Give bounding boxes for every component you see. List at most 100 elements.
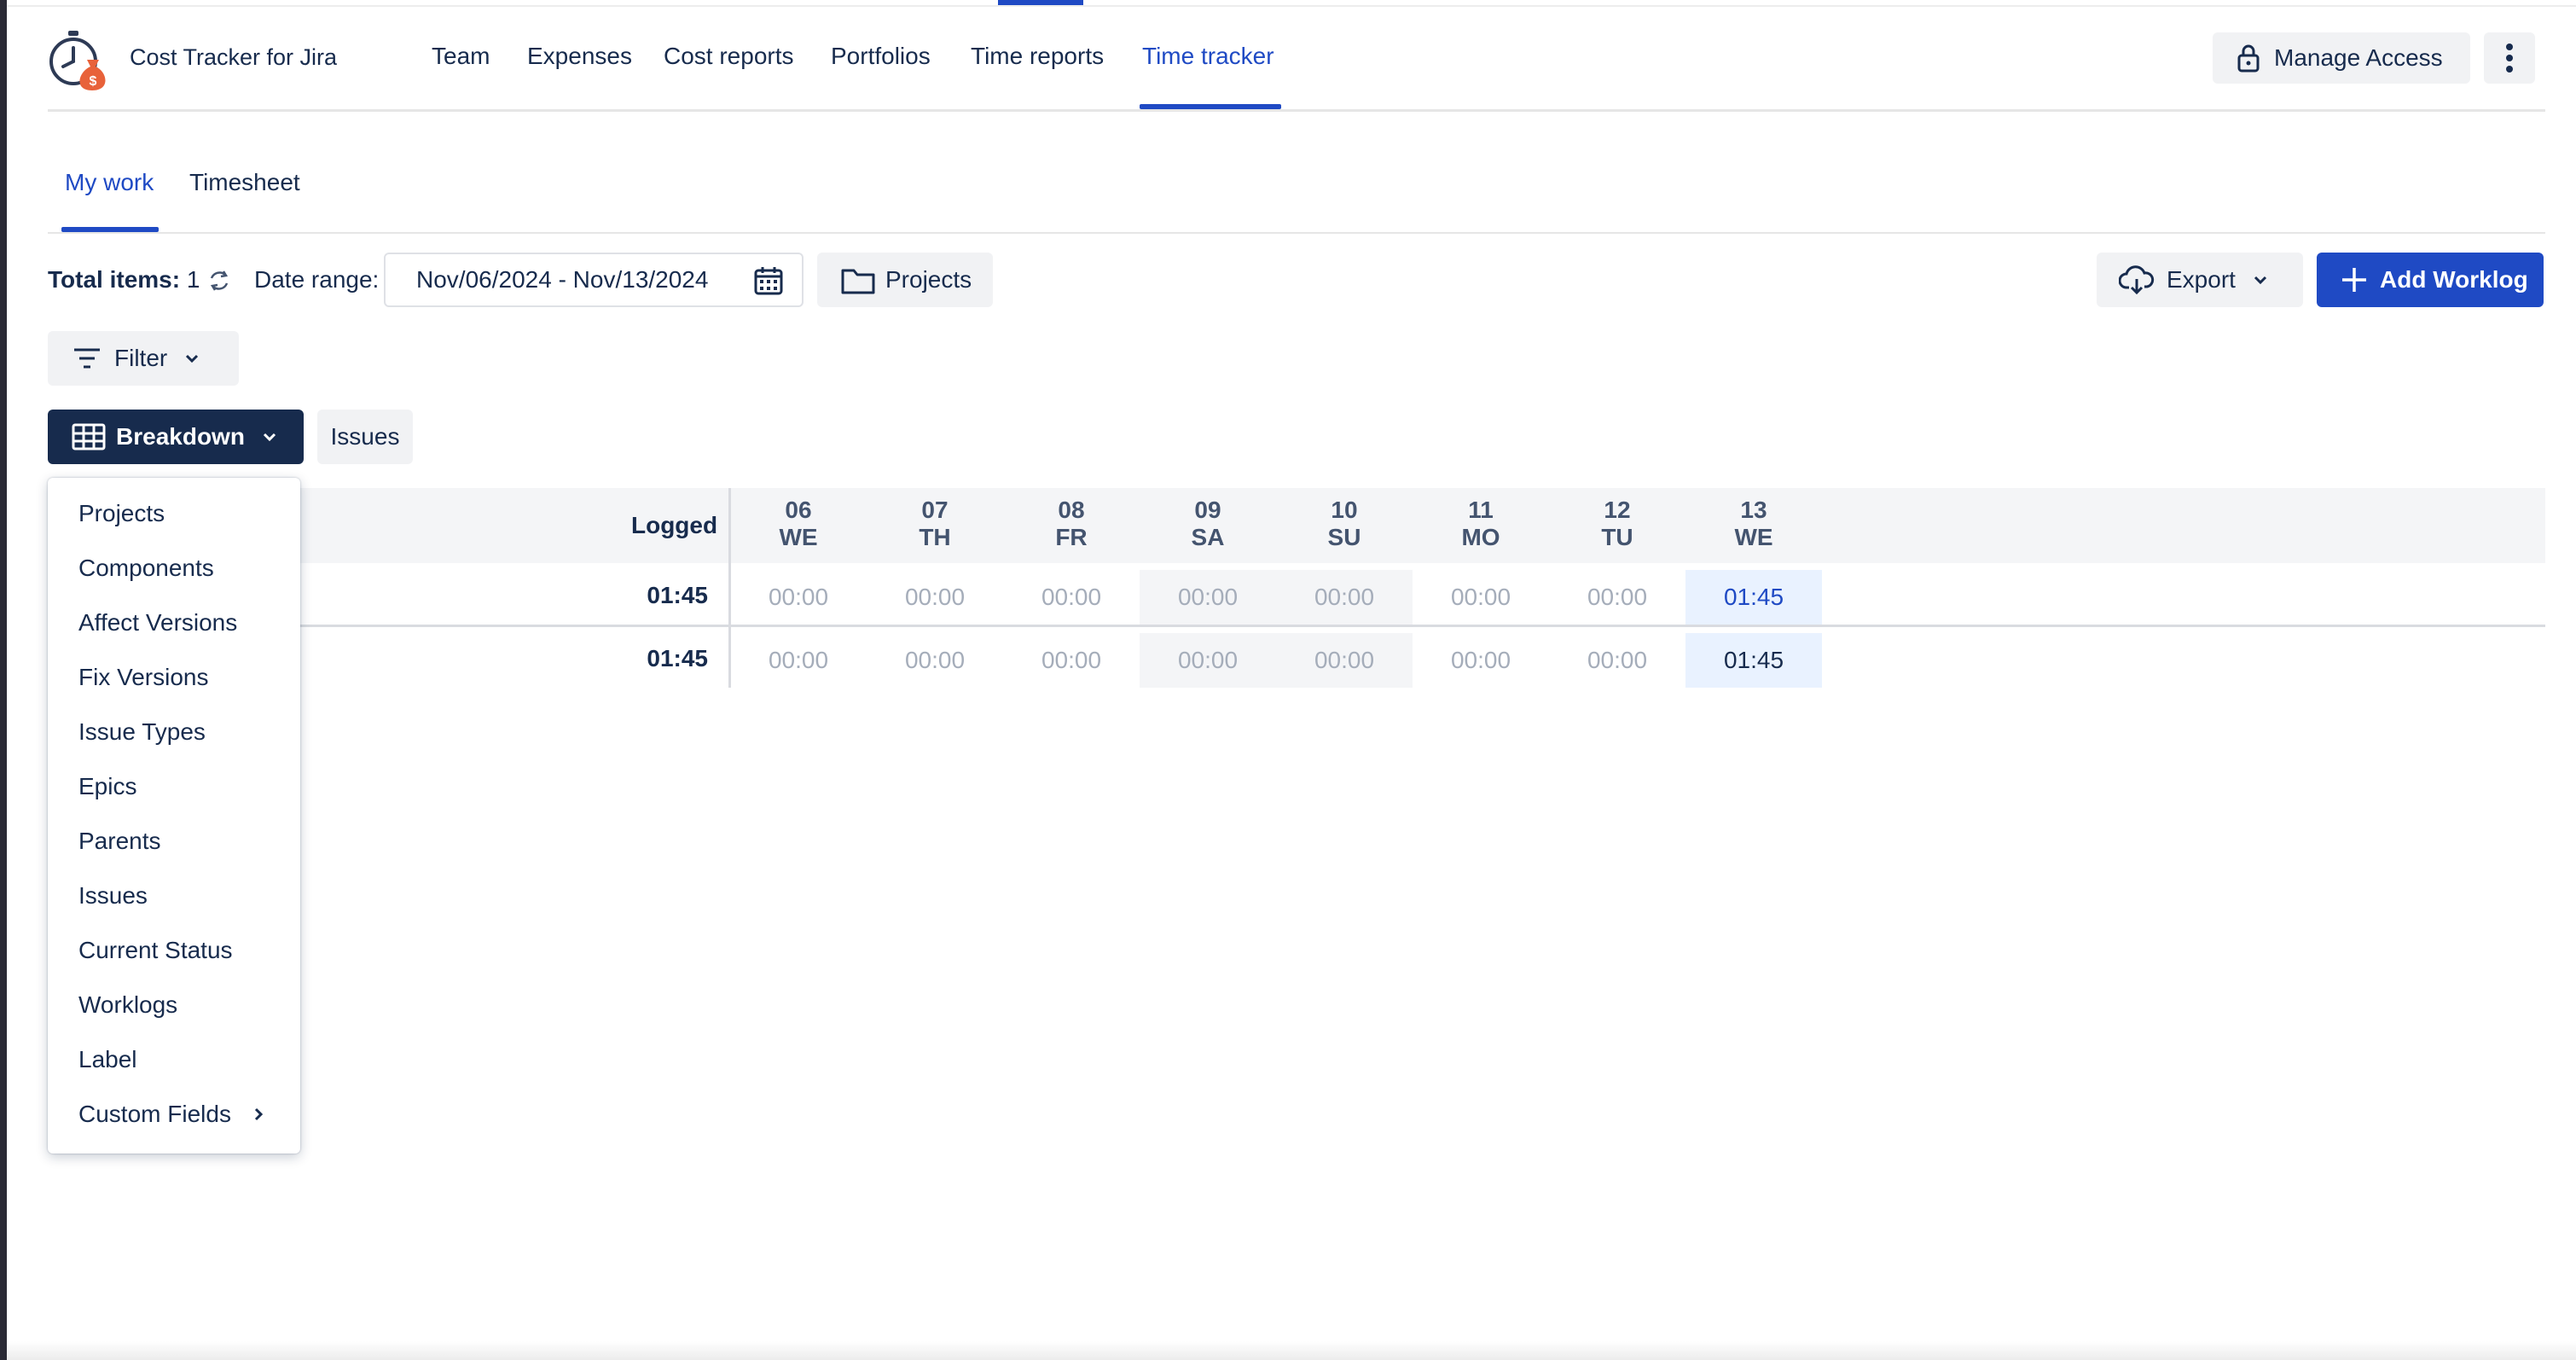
day-number: 06: [785, 497, 812, 523]
time-cell[interactable]: 00:00: [1003, 570, 1140, 625]
time-cell[interactable]: 00:00: [867, 570, 1003, 625]
day-of-week: MO: [1461, 524, 1500, 550]
tab-my-work[interactable]: My work: [65, 169, 154, 196]
menu-item-issues[interactable]: Issues: [78, 882, 148, 910]
day-column-header: 12 TU: [1549, 497, 1685, 551]
menu-item-label: Fix Versions: [78, 664, 209, 690]
tab-timesheet[interactable]: Timesheet: [189, 169, 300, 196]
day-of-week: TH: [919, 524, 951, 550]
date-range-value: Nov/06/2024 - Nov/13/2024: [416, 266, 709, 293]
menu-item-projects[interactable]: Projects: [78, 500, 165, 527]
projects-label: Projects: [885, 266, 972, 293]
total-cell: 00:00: [768, 647, 829, 673]
manage-access-label: Manage Access: [2274, 44, 2443, 71]
time-cell[interactable]: 00:00: [1276, 570, 1413, 625]
add-worklog-label: Add Worklog: [2380, 266, 2528, 293]
nav-portfolios[interactable]: Portfolios: [831, 43, 931, 70]
refresh-icon[interactable]: [206, 268, 232, 294]
plus-icon: [2342, 268, 2366, 292]
chevron-down-icon: [186, 354, 199, 363]
chevron-right-icon: [254, 1107, 264, 1121]
day-of-week: SA: [1191, 524, 1225, 550]
day-of-week: WE: [1734, 524, 1773, 550]
row-logged-value: 01:45: [647, 582, 708, 608]
total-items: Total items: 1: [48, 266, 200, 294]
menu-item-fix-versions[interactable]: Fix Versions: [78, 664, 209, 691]
total-cell: 00:00: [904, 647, 966, 673]
total-row-divider: [256, 625, 2545, 627]
day-column-header: 07 TH: [867, 497, 1003, 551]
day-number: 10: [1331, 497, 1358, 523]
filter-icon: [74, 348, 100, 369]
export-label: Export: [2167, 266, 2236, 293]
date-range-picker[interactable]: Nov/06/2024 - Nov/13/2024: [384, 253, 804, 307]
day-column-header: 08 FR: [1003, 497, 1140, 551]
menu-item-custom-fields[interactable]: Custom Fields: [78, 1101, 264, 1128]
day-number: 07: [921, 497, 949, 523]
day-column-header: 11 MO: [1413, 497, 1549, 551]
filter-button[interactable]: Filter: [48, 331, 239, 386]
menu-item-label: Label: [78, 1046, 137, 1072]
breakdown-button[interactable]: Breakdown: [48, 410, 304, 464]
day-of-week: FR: [1055, 524, 1088, 550]
day-of-week: TU: [1601, 524, 1633, 550]
cloud-download-icon: [2119, 265, 2155, 294]
export-button[interactable]: Export: [2097, 253, 2303, 307]
app-title: Cost Tracker for Jira: [130, 44, 338, 70]
menu-item-label: Issue Types: [78, 718, 206, 745]
total-cell: 01:45: [1685, 633, 1822, 688]
day-number: 13: [1740, 497, 1767, 523]
day-number: 08: [1058, 497, 1085, 523]
breakdown-label: Breakdown: [116, 423, 245, 450]
total-cell: 00:00: [1041, 647, 1102, 673]
top-border: [7, 5, 2576, 7]
filter-label: Filter: [114, 345, 168, 371]
menu-item-label: Projects: [78, 500, 165, 526]
more-options-button[interactable]: [2484, 32, 2535, 84]
bottom-edge: [7, 1341, 2576, 1360]
projects-button[interactable]: Projects: [817, 253, 993, 307]
menu-item-current-status[interactable]: Current Status: [78, 937, 233, 964]
nav-cost-reports[interactable]: Cost reports: [664, 43, 794, 70]
nav-time-tracker[interactable]: Time tracker: [1142, 43, 1274, 70]
menu-item-label: Epics: [78, 773, 137, 799]
total-cell: 00:00: [1276, 633, 1413, 688]
day-column-header: 09 SA: [1140, 497, 1276, 551]
table-grid-icon: [72, 423, 106, 450]
calendar-icon[interactable]: [754, 266, 783, 295]
menu-item-label: Parents: [78, 828, 161, 854]
folder-icon: [841, 269, 875, 294]
date-range-label: Date range:: [254, 266, 380, 293]
menu-item-parents[interactable]: Parents: [78, 828, 161, 855]
menu-item-worklogs[interactable]: Worklogs: [78, 991, 177, 1019]
menu-item-label: Issues: [78, 882, 148, 909]
total-cell: 00:00: [1140, 633, 1276, 688]
manage-access-button[interactable]: Manage Access: [2213, 32, 2470, 84]
add-worklog-button[interactable]: Add Worklog: [2317, 253, 2544, 307]
lock-icon: [2237, 44, 2260, 73]
time-cell[interactable]: 00:00: [1140, 570, 1276, 625]
total-cell: 00:00: [1450, 647, 1511, 673]
breakdown-menu: Projects Components Affect Versions Fix …: [48, 478, 300, 1154]
total-items-label: Total items:: [48, 266, 181, 293]
day-column-header: 06 WE: [730, 497, 867, 551]
day-number: 09: [1194, 497, 1221, 523]
total-cell: 00:00: [1587, 647, 1648, 673]
time-cell[interactable]: 00:00: [1549, 570, 1685, 625]
total-items-value: 1: [186, 266, 200, 293]
logged-column-header: Logged: [631, 512, 718, 538]
menu-item-label[interactable]: Label: [78, 1046, 137, 1073]
menu-item-components[interactable]: Components: [78, 555, 214, 582]
menu-item-issue-types[interactable]: Issue Types: [78, 718, 206, 746]
menu-item-epics[interactable]: Epics: [78, 773, 136, 800]
selected-breakdown-tag[interactable]: Issues: [317, 410, 413, 464]
nav-team[interactable]: Team: [432, 43, 490, 70]
nav-expenses[interactable]: Expenses: [527, 43, 632, 70]
time-cell[interactable]: 01:45: [1685, 570, 1822, 625]
header-divider: [48, 109, 2545, 112]
menu-item-affect-versions[interactable]: Affect Versions: [78, 609, 237, 636]
time-cell[interactable]: 00:00: [730, 570, 867, 625]
nav-time-reports[interactable]: Time reports: [971, 43, 1104, 70]
window-edge: [0, 0, 7, 1360]
time-cell[interactable]: 00:00: [1413, 570, 1549, 625]
